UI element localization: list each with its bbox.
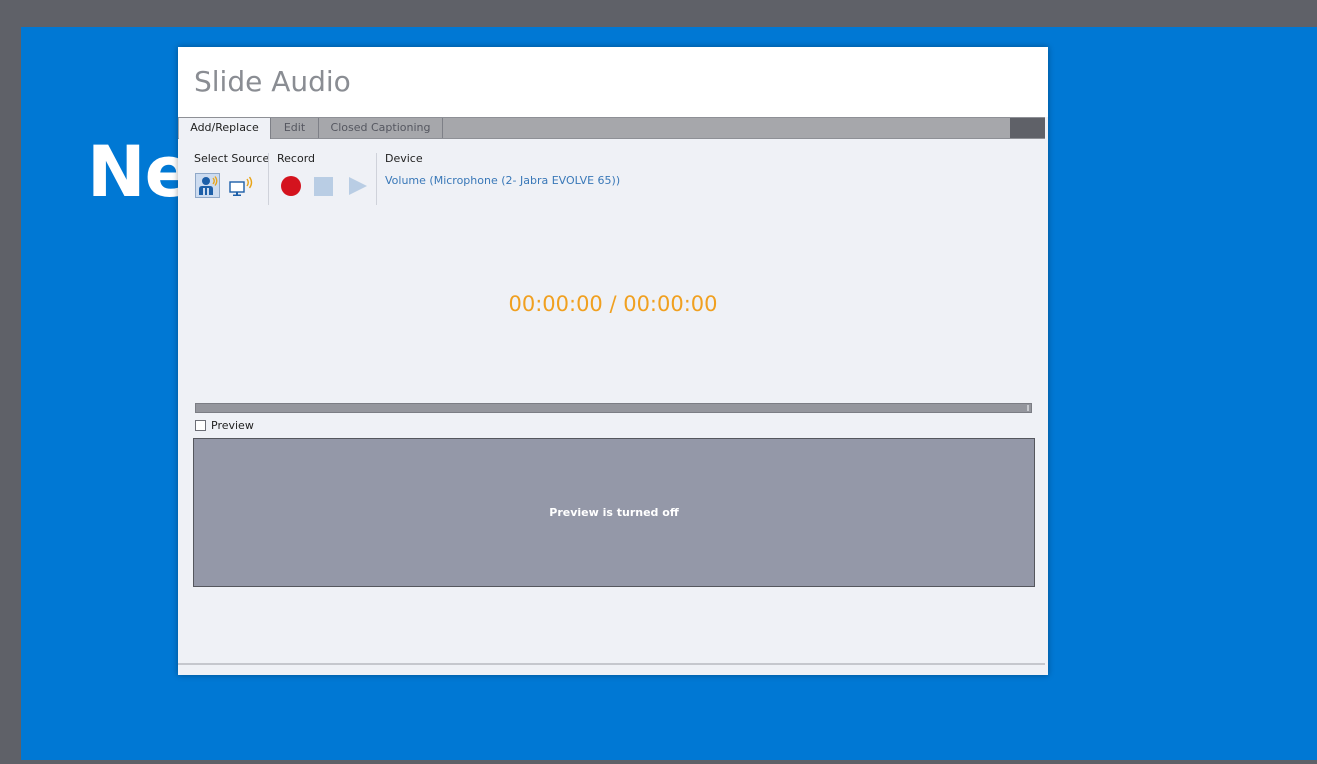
- microphone-person-icon[interactable]: [195, 173, 220, 198]
- preview-message: Preview is turned off: [549, 506, 679, 519]
- audio-scrub-bar[interactable]: [195, 403, 1032, 413]
- stop-icon[interactable]: [314, 177, 333, 196]
- divider: [376, 153, 377, 205]
- play-icon[interactable]: [347, 175, 369, 197]
- dialog-title: Slide Audio: [194, 65, 351, 98]
- preview-checkbox-label[interactable]: Preview: [211, 419, 254, 432]
- select-source-label: Select Source: [194, 152, 270, 165]
- tab-bar-end: [1010, 118, 1045, 138]
- device-label: Device: [385, 152, 423, 165]
- time-display: 00:00:00 / 00:00:00: [508, 292, 718, 316]
- device-selector-link[interactable]: Volume (Microphone (2- Jabra EVOLVE 65)): [385, 174, 620, 187]
- scrub-handle[interactable]: [1027, 405, 1029, 411]
- tab-closed-captioning[interactable]: Closed Captioning: [319, 118, 443, 138]
- footer-divider: [178, 663, 1045, 665]
- tab-add-replace[interactable]: Add/Replace: [179, 118, 271, 139]
- record-label: Record: [277, 152, 316, 165]
- record-icon[interactable]: [280, 175, 302, 197]
- tab-edit[interactable]: Edit: [271, 118, 319, 138]
- preview-panel: Preview is turned off: [193, 438, 1035, 587]
- slide-title: Ne: [87, 131, 192, 213]
- divider: [268, 153, 269, 205]
- dialog-header: Slide Audio: [178, 47, 1048, 117]
- system-audio-icon[interactable]: [228, 175, 256, 197]
- preview-checkbox[interactable]: [195, 420, 206, 431]
- slide-audio-dialog: Slide Audio Add/Replace Edit Closed Capt…: [178, 47, 1048, 675]
- tab-bar: Add/Replace Edit Closed Captioning: [178, 117, 1045, 139]
